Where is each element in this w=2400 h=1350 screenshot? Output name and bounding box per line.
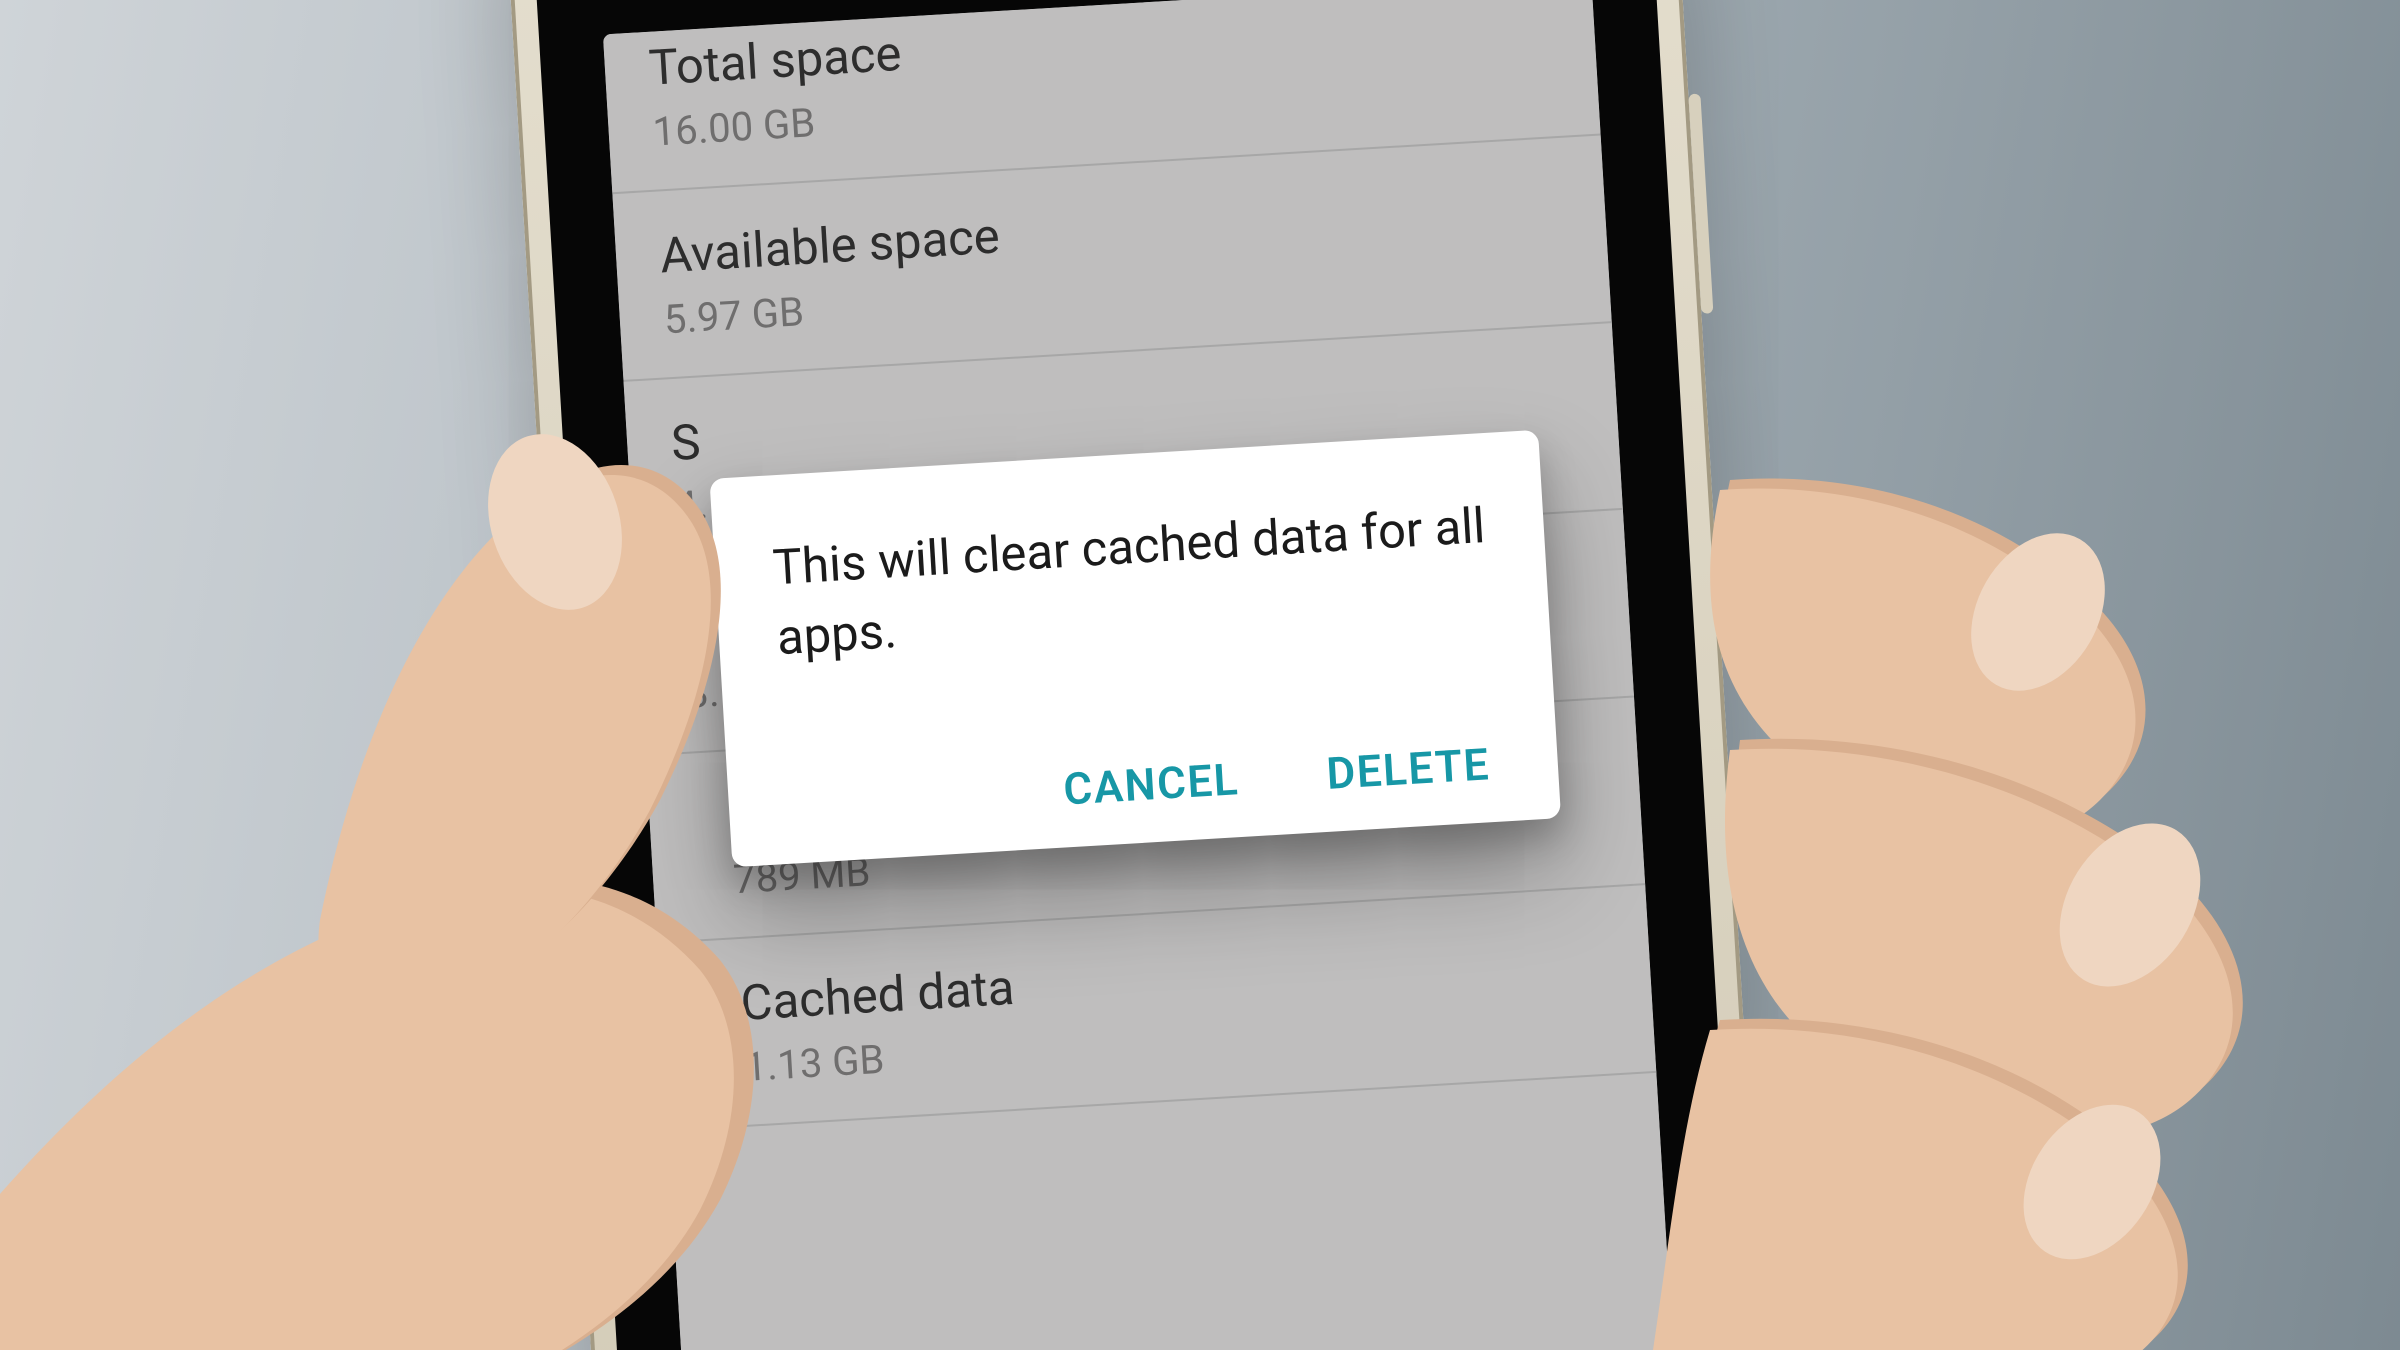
dialog-message: This will clear cached data for all apps… bbox=[771, 491, 1492, 672]
photo-stage: Total space 16.00 GB Available space 5.9… bbox=[0, 0, 2400, 1350]
phone-bezel: Total space 16.00 GB Available space 5.9… bbox=[527, 0, 1765, 1350]
clear-cache-dialog: This will clear cached data for all apps… bbox=[709, 430, 1561, 868]
dialog-button-row: CANCEL DELETE bbox=[785, 738, 1501, 832]
cancel-button[interactable]: CANCEL bbox=[1062, 753, 1240, 815]
delete-button[interactable]: DELETE bbox=[1325, 738, 1491, 800]
phone-screen: Total space 16.00 GB Available space 5.9… bbox=[603, 0, 1688, 1350]
phone-shell: Total space 16.00 GB Available space 5.9… bbox=[499, 0, 1792, 1350]
